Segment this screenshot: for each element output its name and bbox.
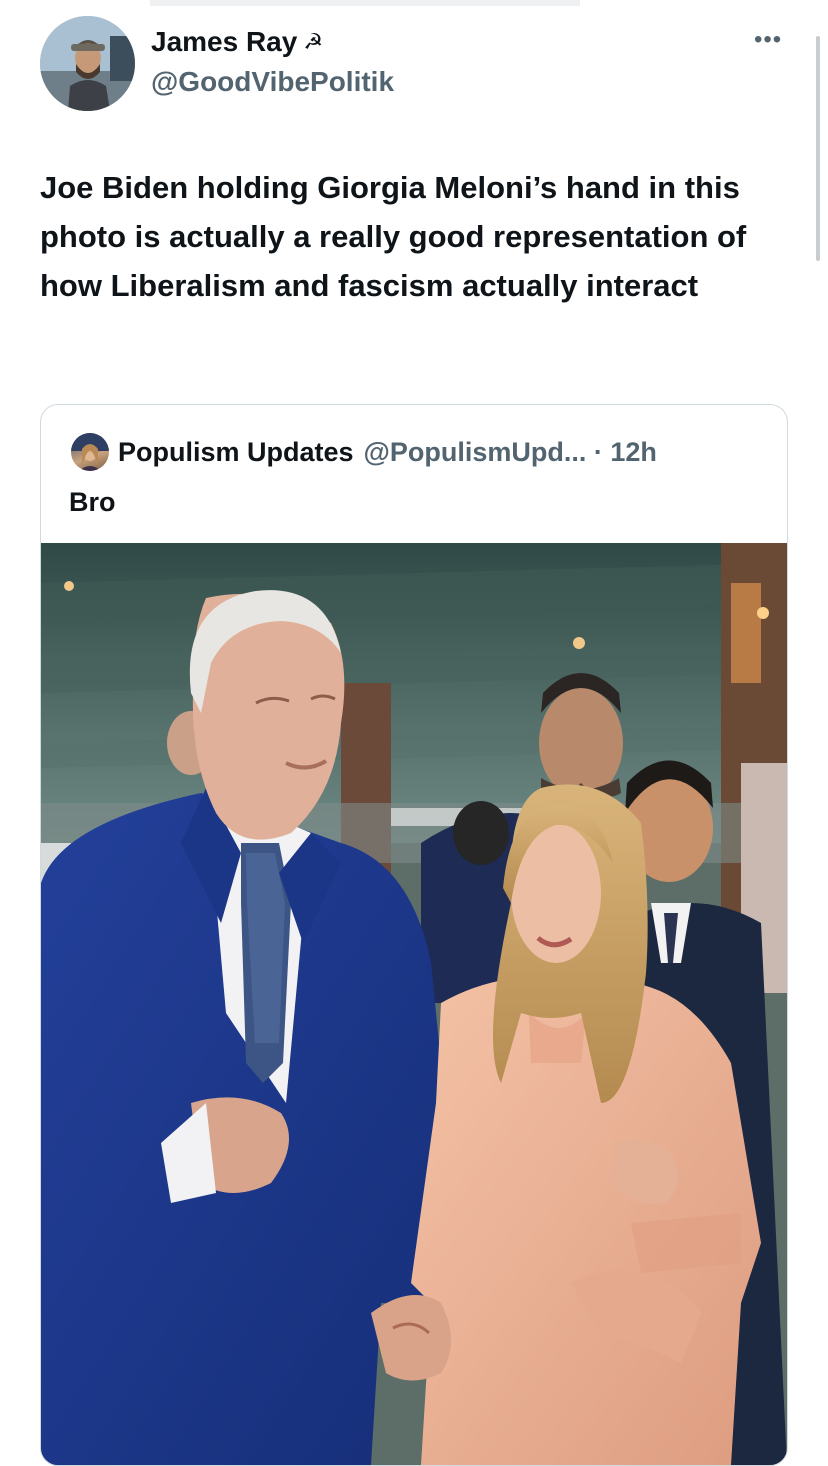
author-avatar[interactable] [40, 16, 135, 111]
timestamp-separator: · [586, 436, 611, 467]
quoted-tweet-header: Populism Updates @PopulismUpd... · 12h [71, 433, 657, 471]
more-options-icon[interactable]: ••• [754, 26, 782, 54]
quoted-timestamp[interactable]: 12h [610, 437, 657, 468]
author-handle[interactable]: @GoodVibePolitik [151, 66, 394, 98]
quoted-tweet[interactable]: Populism Updates @PopulismUpd... · 12h B… [40, 404, 788, 1466]
quoted-photo[interactable] [41, 543, 787, 1465]
top-divider [150, 0, 580, 6]
author-name[interactable]: James Ray [151, 26, 297, 58]
hammer-sickle-icon: ☭ [303, 29, 324, 54]
quoted-tweet-text: Bro [69, 487, 116, 517]
quoted-author-avatar[interactable] [71, 433, 109, 471]
photo-image [41, 543, 787, 1465]
author-name-row[interactable]: James Ray ☭ [151, 26, 323, 58]
quoted-author-name[interactable]: Populism Updates [118, 437, 354, 468]
tweet-text: Joe Biden holding Giorgia Meloni’s hand … [40, 170, 747, 303]
avatar-image [40, 16, 135, 111]
quoted-author-handle[interactable]: @PopulismUpd... [364, 437, 587, 468]
scrollbar[interactable] [816, 36, 820, 261]
